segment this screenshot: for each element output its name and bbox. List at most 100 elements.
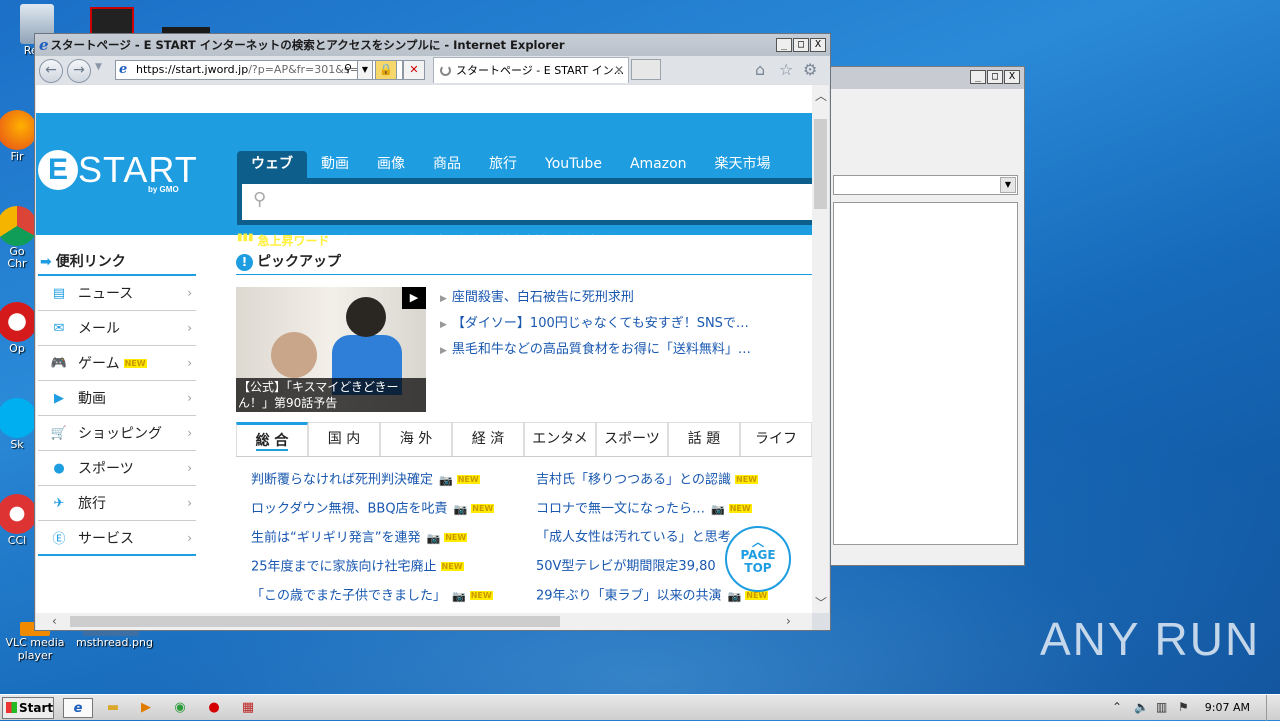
search-tab-travel[interactable]: 旅行 <box>475 151 531 178</box>
ie-minimize-button[interactable]: _ <box>776 38 792 52</box>
taskbar-explorer-icon[interactable]: ▬ <box>101 698 125 718</box>
news-tab-sports[interactable]: スポーツ <box>596 422 668 456</box>
news-tab-topics[interactable]: 話 題 <box>668 422 740 456</box>
pickup-link[interactable]: ▶ 座間殺害、白石被告に死刑求刑 <box>440 285 751 311</box>
sidebar-item-game[interactable]: 🎮 ゲーム NEW › <box>38 346 196 381</box>
news-tab-world[interactable]: 海 外 <box>380 422 452 456</box>
page-viewport[interactable]: E START by GMO ウェブ 動画 画像 商品 旅行 YouTube Am… <box>36 85 812 613</box>
news-tab-entertainment[interactable]: エンタメ <box>524 422 596 456</box>
news-item[interactable]: ロックダウン無視、BBQ店を叱責 📷 NEW <box>251 499 495 528</box>
trend-word[interactable]: 大野雄大 <box>435 232 483 249</box>
ie-maximize-button[interactable]: □ <box>793 38 809 52</box>
gear-icon[interactable]: ⚙ <box>803 60 817 79</box>
news-item[interactable]: 判断覆らなければ死刑判決確定 📷 NEW <box>251 470 494 499</box>
horizontal-scroll-thumb[interactable] <box>70 616 560 627</box>
clock[interactable]: 9:07 AM <box>1205 701 1250 714</box>
taskbar-media-player-icon[interactable]: ▶ <box>134 698 158 718</box>
lock-icon[interactable]: 🔒 <box>375 60 397 80</box>
search-tab-amazon[interactable]: Amazon <box>616 151 701 178</box>
favorites-star-icon[interactable]: ☆ <box>779 60 793 79</box>
news-item[interactable]: コロナで無一文になったら… 📷 NEW <box>536 499 768 528</box>
tab-close-icon[interactable]: ✕ <box>614 58 624 83</box>
sidebar-links: ▤ ニュース › ✉ メール › 🎮 ゲーム NEW › ▶ 動画 › 🛒 ショッピング › ● スポー… <box>38 276 196 556</box>
maximize-button[interactable]: □ <box>987 70 1003 84</box>
forward-button[interactable]: → <box>67 59 91 83</box>
search-tab-video[interactable]: 動画 <box>307 151 363 178</box>
network-icon[interactable]: ▥ <box>1156 700 1167 714</box>
trend-word[interactable]: ソフ <box>788 232 812 249</box>
horizontal-scrollbar[interactable]: ‹ › <box>36 613 812 630</box>
vertical-scroll-thumb[interactable] <box>814 119 827 209</box>
back-button[interactable]: ← <box>39 59 63 83</box>
show-desktop-button[interactable] <box>1266 695 1280 721</box>
background-window[interactable]: _ □ X ▼ <box>810 66 1025 566</box>
news-item[interactable]: 吉村氏「移りつつある」との認識 NEW <box>536 470 768 499</box>
search-tab-image[interactable]: 画像 <box>363 151 419 178</box>
news-item[interactable]: 25年度までに家族向け社宅廃止 NEW <box>251 557 494 586</box>
news-headline: 25年度までに家族向け社宅廃止 <box>251 559 437 575</box>
news-headline: コロナで無一文になったら… <box>536 501 706 517</box>
pickup-link[interactable]: ▶ 【ダイソー】100円じゃなくても安すぎ！SNSで… <box>440 311 751 337</box>
search-tab-web[interactable]: ウェブ <box>237 151 307 178</box>
sidebar-item-travel[interactable]: ✈ 旅行 › <box>38 486 196 521</box>
ie-titlebar[interactable]: e スタートページ - E START インターネットの検索とアクセスをシンプル… <box>35 34 830 56</box>
scroll-down-icon[interactable]: ﹀ <box>815 594 827 611</box>
sidebar-item-video[interactable]: ▶ 動画 › <box>38 381 196 416</box>
search-tab-product[interactable]: 商品 <box>419 151 475 178</box>
tab-estart[interactable]: スタートページ - E START イン... ✕ <box>433 57 629 83</box>
news-tab-domestic[interactable]: 国 内 <box>308 422 380 456</box>
ie-close-button[interactable]: X <box>810 38 826 52</box>
trend-word[interactable]: ベストアーティスト BTS <box>639 232 773 249</box>
news-item[interactable]: 生前は“ギリギリ発言”を連発 📷 NEW <box>251 528 494 557</box>
news-tab-life[interactable]: ライフ <box>740 422 812 456</box>
play-icon[interactable]: ▶ <box>402 287 426 309</box>
sidebar-item-news[interactable]: ▤ ニュース › <box>38 276 196 311</box>
trend-word[interactable]: 山崎育三郎 <box>563 232 623 249</box>
news-tab-economy[interactable]: 経 済 <box>452 422 524 456</box>
chevron-right-icon: › <box>187 356 192 370</box>
sidebar-item-sports[interactable]: ● スポーツ › <box>38 451 196 486</box>
search-input[interactable] <box>242 184 812 220</box>
news-item[interactable]: 29年ぶり「東ラブ」以来の共演 📷 NEW <box>536 586 769 613</box>
history-dropdown-icon[interactable]: ▼ <box>95 62 102 72</box>
vertical-scrollbar[interactable]: ︿ ﹀ <box>812 85 829 613</box>
close-button[interactable]: X <box>1004 70 1020 84</box>
scroll-right-icon[interactable]: › <box>786 614 791 628</box>
search-icon[interactable]: ⚲ <box>339 60 357 80</box>
pickup-link[interactable]: ▶ 黒毛和牛などの高品質食材をお得に「送料無料」… <box>440 337 751 363</box>
minimize-button[interactable]: _ <box>970 70 986 84</box>
trend-word[interactable]: 鬼滅の刃 23巻 <box>340 232 419 249</box>
taskbar-chrome-icon[interactable]: ◉ <box>168 698 192 718</box>
trend-word[interactable]: 村本大輔 <box>499 232 547 249</box>
new-tab-button[interactable] <box>631 59 661 80</box>
ie-window[interactable]: e スタートページ - E START インターネットの検索とアクセスをシンプル… <box>34 33 831 631</box>
news-headline: 29年ぶり「東ラブ」以来の共演 <box>536 588 722 604</box>
address-dropdown-icon[interactable]: ▼ <box>357 60 373 80</box>
news-tab-all[interactable]: 総 合 <box>236 422 308 456</box>
opera-icon <box>0 302 37 342</box>
home-icon[interactable]: ⌂ <box>755 60 765 79</box>
tab-title: スタートページ - E START イン... <box>456 64 625 77</box>
taskbar-ie-icon[interactable]: e <box>63 698 93 718</box>
scroll-up-icon[interactable]: ︿ <box>815 87 827 104</box>
taskbar-opera-icon[interactable]: ● <box>202 698 226 718</box>
page-top-button[interactable]: ︿ PAGE TOP <box>725 526 791 592</box>
start-button[interactable]: Start <box>2 697 54 719</box>
tray-expand-icon[interactable]: ⌃ <box>1112 700 1122 714</box>
sidebar-item-shopping[interactable]: 🛒 ショッピング › <box>38 416 196 451</box>
stop-icon[interactable]: ✕ <box>403 60 425 80</box>
pickup-video-thumbnail[interactable]: ▶ 【公式】「キスマイどきどきーん！」第90話予告 <box>236 287 426 412</box>
search-tab-youtube[interactable]: YouTube <box>531 151 616 178</box>
scroll-left-icon[interactable]: ‹ <box>52 614 57 628</box>
background-window-combobox[interactable]: ▼ <box>833 175 1018 195</box>
chevron-down-icon[interactable]: ▼ <box>1000 177 1016 193</box>
action-center-flag-icon[interactable]: ⚑ <box>1178 700 1189 714</box>
estart-logo[interactable]: E START by GMO <box>38 149 198 194</box>
sidebar-item-mail[interactable]: ✉ メール › <box>38 311 196 346</box>
volume-icon[interactable]: 🔈 <box>1134 700 1149 714</box>
taskbar-app-icon[interactable]: ▦ <box>236 698 260 718</box>
news-item[interactable]: 「この歳でまた子供できました」 📷 NEW <box>251 586 494 613</box>
sidebar-item-service[interactable]: Ⓔ サービス › <box>38 521 196 556</box>
search-tab-rakuten[interactable]: 楽天市場 <box>701 151 785 178</box>
arrow-right-icon: ➡ <box>40 254 52 270</box>
